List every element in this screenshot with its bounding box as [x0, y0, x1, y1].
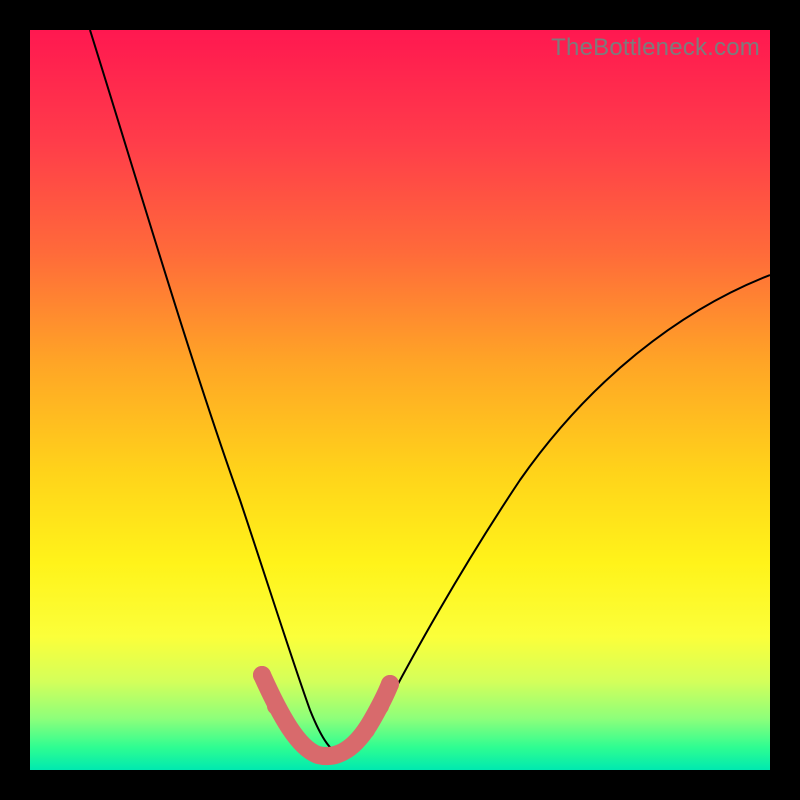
marker-dot: [267, 697, 285, 715]
plot-area: TheBottleneck.com: [30, 30, 770, 770]
curve-path: [90, 30, 770, 756]
marker-dot: [357, 721, 375, 739]
bottleneck-curve: [30, 30, 770, 770]
marker-dot: [381, 675, 399, 693]
marker-dot: [371, 697, 389, 715]
chart-stage: TheBottleneck.com: [0, 0, 800, 800]
marker-dot: [253, 666, 271, 684]
optimal-range-band: [262, 675, 390, 756]
